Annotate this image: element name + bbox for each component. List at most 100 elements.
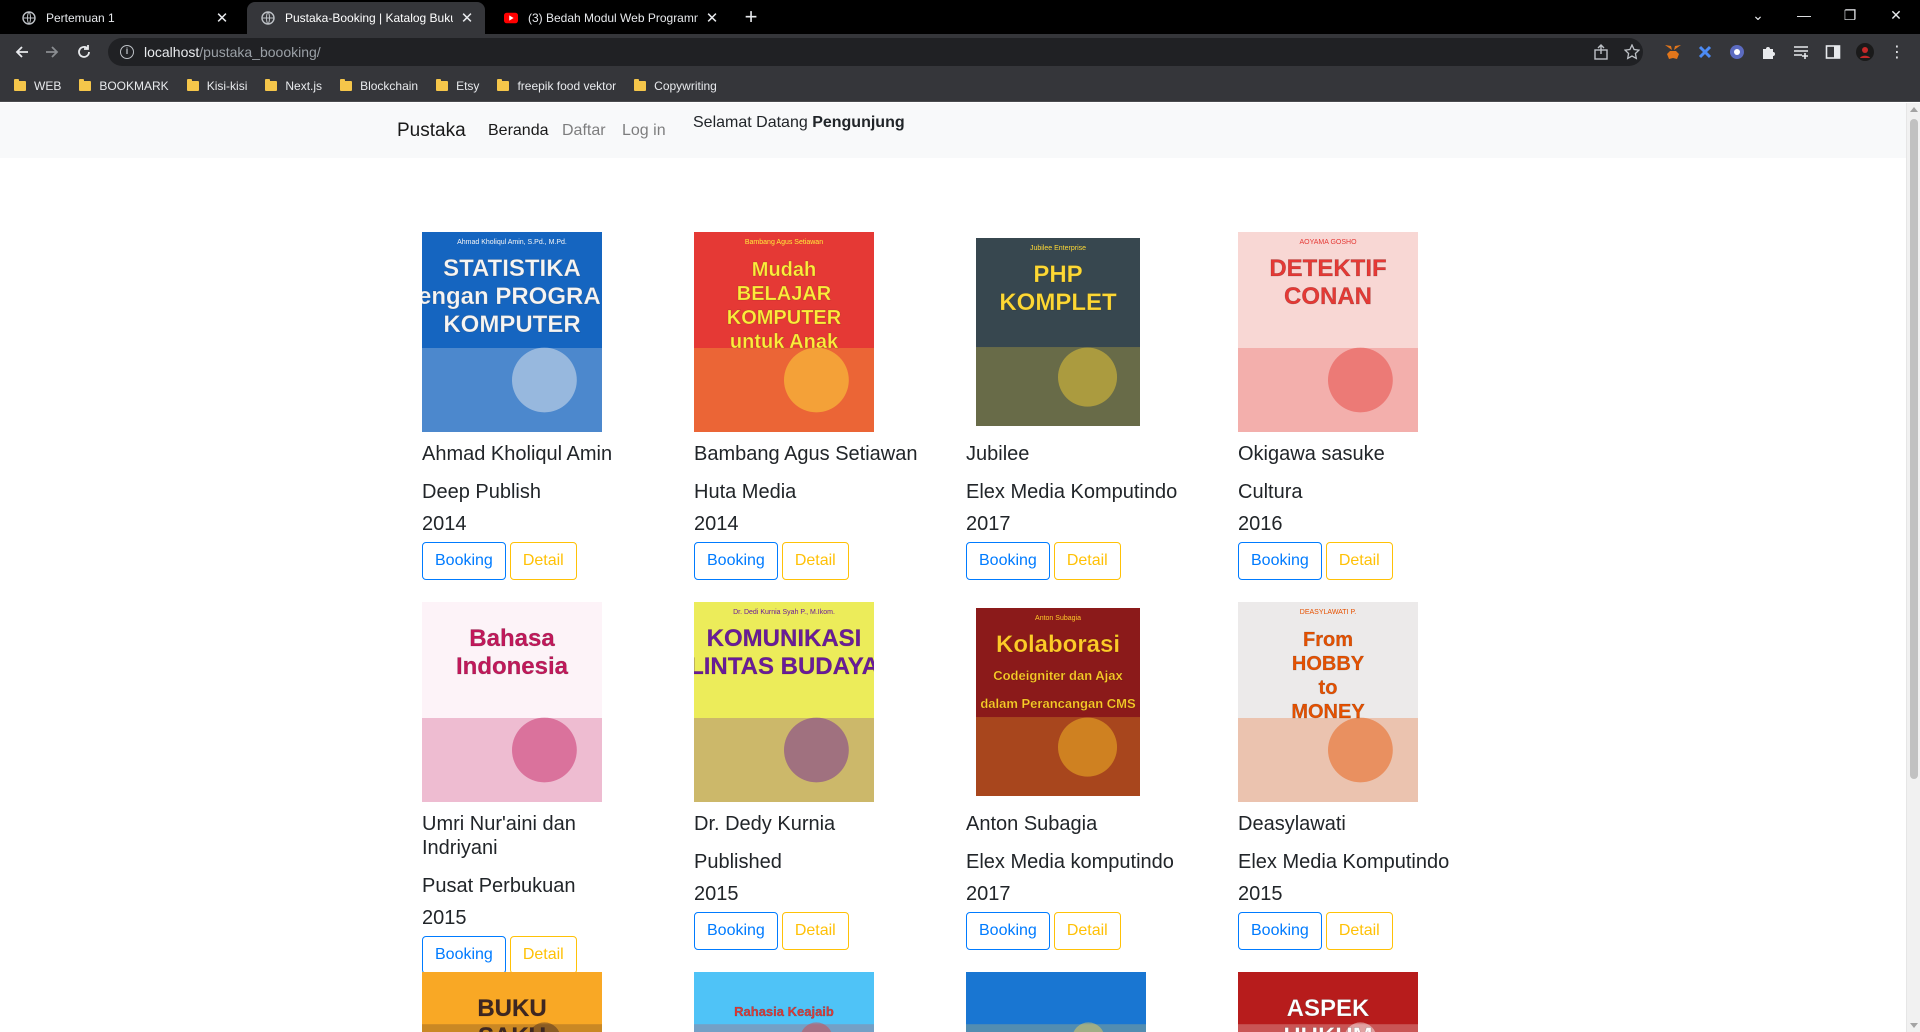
bookmark-freepik[interactable]: freepik food vektor xyxy=(497,78,617,93)
reload-icon xyxy=(78,45,90,58)
detail-button[interactable]: Detail xyxy=(1053,542,1121,580)
close-tab-icon[interactable]: ✕ xyxy=(214,9,230,27)
booking-button[interactable]: Booking xyxy=(694,912,778,950)
nav-link-beranda[interactable]: Beranda xyxy=(488,122,549,140)
detail-button[interactable]: Detail xyxy=(781,542,849,580)
tab-search-icon[interactable]: ⌄ xyxy=(1735,0,1781,30)
nav-link-daftar[interactable]: Daftar xyxy=(562,122,606,140)
book-cover-image: Bambang Agus Setiawan Mudah BELAJAR KOMPUTE… xyxy=(694,232,874,432)
bookmark-star-icon[interactable] xyxy=(1622,42,1642,62)
extension-icon-ring[interactable] xyxy=(1727,42,1747,62)
cover-title-line: Indonesia xyxy=(456,653,569,680)
tab-title: Pustaka-Booking | Katalog Buku xyxy=(285,11,453,25)
book-publisher: Elex Media Komputindo xyxy=(1238,851,1450,873)
cover-title-line: HUKUM xyxy=(1283,1023,1372,1032)
tab-youtube[interactable]: (3) Bedah Modul Web Programm ✕ xyxy=(490,2,730,34)
extension-icon-blue[interactable] xyxy=(1695,42,1715,62)
reading-list-icon[interactable] xyxy=(1791,42,1811,62)
cover-title-line: LINTAS BUDAYA xyxy=(694,653,874,680)
address-bar[interactable]: i localhost/pustaka_boooking/ xyxy=(108,38,1643,66)
cover-title-line: Bahasa xyxy=(469,625,555,652)
book-cover-image xyxy=(966,972,1146,1032)
book-author: Anton Subagia xyxy=(966,813,1098,835)
cover-title-line: SAKU xyxy=(478,1023,546,1032)
page-scrollbar[interactable] xyxy=(1906,103,1920,1032)
forward-button[interactable] xyxy=(38,38,66,66)
folder-icon xyxy=(634,78,647,91)
cover-title-line: dengan PROGRAM xyxy=(422,283,602,310)
extensions-puzzle-icon[interactable] xyxy=(1759,42,1779,62)
minimize-button[interactable]: — xyxy=(1781,0,1827,30)
booking-button[interactable]: Booking xyxy=(422,542,506,580)
cover-title-line: STATISTIKA xyxy=(443,255,581,282)
close-tab-icon[interactable]: ✕ xyxy=(704,9,720,27)
book-author: Deasylawati xyxy=(1238,813,1346,835)
detail-button[interactable]: Detail xyxy=(1325,912,1393,950)
nav-link-login[interactable]: Log in xyxy=(622,122,666,140)
detail-button[interactable]: Detail xyxy=(1325,542,1393,580)
book-cover-image: ASPEKHUKUM xyxy=(1238,972,1418,1032)
bookmark-etsy[interactable]: Etsy xyxy=(436,78,480,93)
reload-button[interactable] xyxy=(70,38,98,66)
bookmark-web[interactable]: WEB xyxy=(14,78,62,93)
site-info-icon[interactable]: i xyxy=(120,45,134,59)
bookmark-label: WEB xyxy=(34,78,62,93)
back-button[interactable] xyxy=(8,38,36,66)
bookmark-label: freepik food vektor xyxy=(517,78,617,93)
cover-title-line: CONAN xyxy=(1284,283,1372,310)
folder-icon xyxy=(497,78,510,91)
detail-button[interactable]: Detail xyxy=(509,936,577,974)
bookmark-label: Etsy xyxy=(456,78,480,93)
metamask-extension-icon[interactable] xyxy=(1663,42,1683,62)
booking-button[interactable]: Booking xyxy=(1238,912,1322,950)
navbar-brand[interactable]: Pustaka xyxy=(397,120,466,142)
bookmark-kisi-kisi[interactable]: Kisi-kisi xyxy=(186,78,248,93)
share-icon[interactable] xyxy=(1591,42,1611,62)
book-actions: Booking Detail xyxy=(694,542,849,580)
cover-title-line: dalam Perancangan CMS xyxy=(980,696,1136,711)
cover-subtitle: Dr. Dedi Kurnia Syah P., M.Ikom. xyxy=(733,609,835,616)
book-cover-image: Ahmad Kholiqul Amin, S.Pd., M.Pd. STATIST… xyxy=(422,232,602,432)
cover-title-line: KOMPUTER xyxy=(443,311,580,338)
booking-button[interactable]: Booking xyxy=(966,912,1050,950)
cover-title-line: Kolaborasi xyxy=(996,631,1120,658)
close-tab-icon[interactable]: ✕ xyxy=(459,9,475,27)
book-publisher: Elex Media Komputindo xyxy=(966,481,1178,503)
profile-avatar-icon[interactable] xyxy=(1855,42,1875,62)
bookmark-nextjs[interactable]: Next.js xyxy=(265,78,323,93)
new-tab-button[interactable]: + xyxy=(737,3,765,31)
booking-button[interactable]: Booking xyxy=(422,936,506,974)
book-cover-image: Dr. Dedi Kurnia Syah P., M.Ikom. KOMUNIKA… xyxy=(694,602,874,802)
scroll-up-arrow-icon[interactable] xyxy=(1910,107,1918,112)
restore-button[interactable]: ❐ xyxy=(1827,0,1873,30)
booking-button[interactable]: Booking xyxy=(1238,542,1322,580)
scrollbar-thumb[interactable] xyxy=(1910,119,1918,779)
cover-subtitle: Bambang Agus Setiawan xyxy=(745,239,823,246)
side-panel-icon[interactable] xyxy=(1823,42,1843,62)
book-actions: Booking Detail xyxy=(422,936,577,974)
scroll-down-arrow-icon[interactable] xyxy=(1910,1023,1918,1028)
bookmark-bookmark[interactable]: BOOKMARK xyxy=(79,78,169,93)
bookmark-copywriting[interactable]: Copywriting xyxy=(634,78,717,93)
tab-pustaka[interactable]: Pustaka-Booking | Katalog Buku ✕ xyxy=(247,2,485,34)
bookmark-blockchain[interactable]: Blockchain xyxy=(340,78,418,93)
menu-kebab-icon[interactable]: ⋮ xyxy=(1887,42,1907,62)
close-window-button[interactable]: ✕ xyxy=(1873,0,1919,30)
cover-subtitle: DEASYLAWATI P. xyxy=(1300,609,1356,616)
cover-title-line: untuk Anak xyxy=(730,331,839,353)
book-year: 2016 xyxy=(1238,513,1283,535)
tab-pertemuan[interactable]: Pertemuan 1 ✕ xyxy=(8,2,240,34)
tab-title: Pertemuan 1 xyxy=(46,11,115,25)
detail-button[interactable]: Detail xyxy=(509,542,577,580)
booking-button[interactable]: Booking xyxy=(694,542,778,580)
bookmark-label: Next.js xyxy=(285,78,323,93)
detail-button[interactable]: Detail xyxy=(781,912,849,950)
bookmark-label: Kisi-kisi xyxy=(206,78,248,93)
book-publisher: Published xyxy=(694,851,782,873)
book-actions: Booking Detail xyxy=(1238,912,1393,950)
detail-button[interactable]: Detail xyxy=(1053,912,1121,950)
book-actions: Booking Detail xyxy=(694,912,849,950)
book-author: Umri Nur'aini dan Indriyani xyxy=(422,813,576,859)
cover-title-line: PHP xyxy=(1033,261,1082,288)
booking-button[interactable]: Booking xyxy=(966,542,1050,580)
